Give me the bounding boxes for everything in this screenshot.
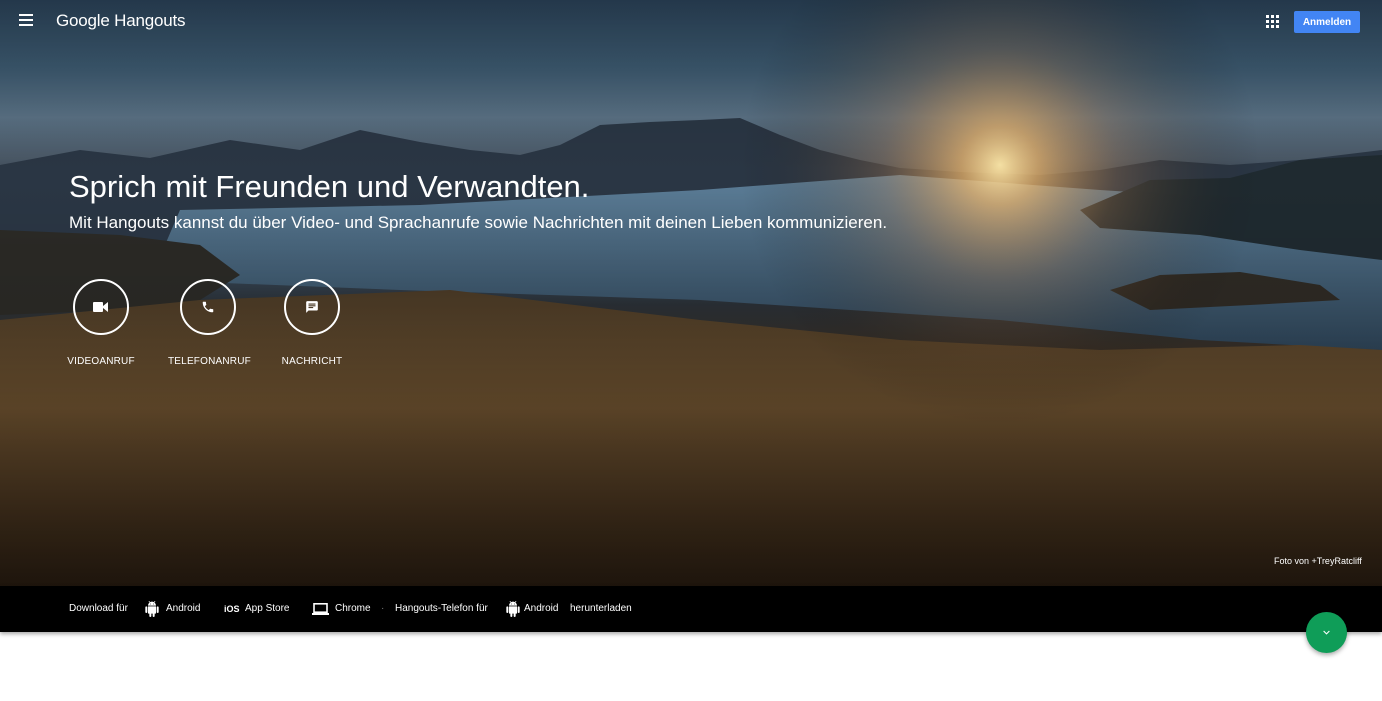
- hangouts-phone-android-link[interactable]: Android: [524, 603, 558, 614]
- phone-icon: [180, 279, 236, 335]
- android-icon: [506, 601, 520, 617]
- android-icon: [145, 601, 159, 617]
- ios-icon: iOS: [224, 604, 240, 614]
- phone-call-button[interactable]: TELEFONANRUF: [168, 279, 251, 367]
- photo-credit[interactable]: Foto von +TreyRatcliff: [1274, 556, 1362, 566]
- signin-button[interactable]: Anmelden: [1294, 11, 1360, 33]
- brand-product: Hangouts: [114, 11, 186, 30]
- android-download-link[interactable]: Android: [166, 603, 200, 614]
- download-bar: Download für Android iOS App Store Chrom…: [0, 586, 1382, 632]
- chevron-down-icon: [1323, 630, 1330, 635]
- video-camera-icon: [73, 279, 129, 335]
- chrome-link[interactable]: Chrome: [335, 603, 371, 614]
- hangouts-phone-label: Hangouts-Telefon für: [395, 603, 488, 614]
- hero-subtitle: Mit Hangouts kannst du über Video- und S…: [69, 213, 888, 232]
- apps-grid-icon[interactable]: [1266, 15, 1279, 28]
- scroll-down-button[interactable]: [1306, 612, 1347, 653]
- video-call-label: VIDEOANRUF: [67, 356, 135, 367]
- download-link[interactable]: herunterladen: [570, 603, 632, 614]
- top-bar: Google Hangouts Anmelden: [0, 0, 1382, 44]
- hamburger-menu-icon[interactable]: [19, 14, 33, 26]
- brand-logo[interactable]: Google Hangouts: [56, 11, 186, 31]
- app-store-link[interactable]: App Store: [245, 603, 289, 614]
- download-for-label: Download für: [69, 603, 128, 614]
- hero-title: Sprich mit Freunden und Verwandten.: [69, 169, 590, 204]
- message-button[interactable]: NACHRICHT: [272, 279, 352, 367]
- message-icon: [284, 279, 340, 335]
- brand-google: Google: [56, 11, 110, 30]
- phone-call-label: TELEFONANRUF: [168, 356, 251, 367]
- laptop-icon: [312, 603, 329, 615]
- message-label: NACHRICHT: [281, 356, 343, 367]
- video-call-button[interactable]: VIDEOANRUF: [61, 279, 141, 367]
- separator-dot: ·: [381, 603, 385, 614]
